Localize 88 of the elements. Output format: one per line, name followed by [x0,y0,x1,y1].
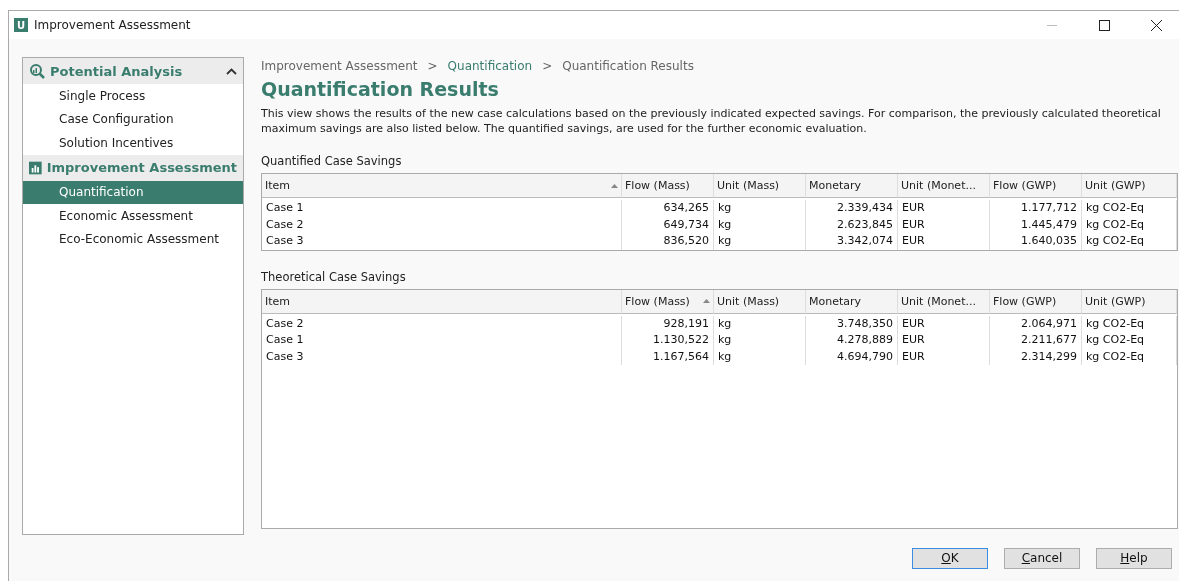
table-cell: kg CO2-Eq [1082,233,1177,250]
table-cell: 3.748,350 [806,315,898,332]
window-title: Improvement Assessment [34,18,192,32]
column-header[interactable]: Monetary [806,174,898,198]
table-cell: EUR [898,315,990,332]
column-header[interactable]: Unit (GWP) [1082,289,1177,314]
table-cell: 4.278,889 [806,332,898,349]
table-cell: kg [714,332,806,349]
dialog-button[interactable]: OK [912,547,988,569]
column-header[interactable]: Item [262,289,622,314]
table-cell: 928,191 [622,315,714,332]
table-cell: Case 1 [262,332,622,349]
bar-chart-icon [29,160,42,175]
column-header[interactable]: Flow (GWP) [990,289,1082,314]
nav-item[interactable]: Economic Assessment [23,204,243,228]
nav-item[interactable]: Quantification [23,180,243,204]
table-cell: kg [714,216,806,233]
table-cell: kg CO2-Eq [1082,348,1177,365]
nav-item[interactable]: Single Process [23,84,243,108]
breadcrumb-separator: > [427,59,438,73]
dialog-button[interactable]: Cancel [1004,547,1080,569]
page-heading: Quantification Results [261,78,500,100]
table-cell: 634,265 [622,200,714,217]
breadcrumb-separator: > [542,59,553,73]
breadcrumb-item: Quantification Results [562,59,694,73]
table-cell: kg CO2-Eq [1082,315,1177,332]
table-cell: Case 3 [262,233,622,250]
nav-group-title: Potential Analysis [50,63,184,79]
column-header[interactable]: Unit (Mass) [714,174,806,198]
table-cell: EUR [898,233,990,250]
sort-ascending-icon [703,299,710,303]
column-header[interactable]: Unit (Mass) [714,289,806,314]
table-cell: 2.623,845 [806,216,898,233]
nav-item[interactable]: Eco-Economic Assessment [23,227,243,251]
table-cell: 836,520 [622,233,714,250]
table-cell: kg [714,200,806,217]
table-cell: Case 3 [262,348,622,365]
table-cell: Case 2 [262,216,622,233]
sort-ascending-icon [611,183,618,188]
table-cell: 649,734 [622,216,714,233]
nav-item[interactable]: Solution Incentives [23,131,243,155]
table-cell: kg CO2-Eq [1082,332,1177,349]
column-header[interactable]: Unit (GWP) [1082,174,1177,198]
table-title: Quantified Case Savings [261,154,403,168]
chevron-up-icon[interactable] [226,67,237,75]
dialog-button[interactable]: Help [1096,547,1172,569]
breadcrumb-link[interactable]: Quantification [447,59,533,73]
table-cell: 2.064,971 [990,315,1082,332]
minimize-icon [1047,24,1057,26]
table-cell: Case 2 [262,315,622,332]
nav-group-header[interactable]: Potential Analysis [23,58,243,84]
table-cell: EUR [898,348,990,365]
table-cell: EUR [898,216,990,233]
table-cell: 2.339,434 [806,200,898,217]
table-cell: kg CO2-Eq [1082,200,1177,217]
column-header[interactable]: Monetary [806,289,898,314]
table-cell: 1.177,712 [990,200,1082,217]
table-cell: 1.445,479 [990,216,1082,233]
table-cell: 1.167,564 [622,348,714,365]
table-cell: EUR [898,332,990,349]
description: This view shows the results of the new case calculations based on the previously indicated expected savings. For comparison, the previously calculated theoretical maximum savings are also listed below. The quantified savings, are used for the further economic evaluation. [261,106,1162,136]
column-header[interactable]: Flow (GWP) [990,174,1082,198]
column-header[interactable]: Flow (Mass) [622,289,714,314]
nav-group-title: Improvement Assessment [46,160,237,175]
nav-group-header[interactable]: Improvement Assessment [23,154,243,181]
table-cell: 2.211,677 [990,332,1082,349]
maximize-icon [1098,19,1110,31]
column-header[interactable]: Flow (Mass) [622,174,714,198]
table-cell: Case 1 [262,200,622,217]
table-cell: 3.342,074 [806,233,898,250]
breadcrumb-item: Improvement Assessment [261,59,418,73]
table-cell: EUR [898,200,990,217]
nav-item[interactable]: Case Configuration [23,107,243,131]
table-cell: kg [714,233,806,250]
app-logo: U [14,18,28,32]
table-cell: kg [714,348,806,365]
close-icon [1150,19,1162,31]
table-cell: 1.130,522 [622,332,714,349]
column-header[interactable]: Unit (Monet... [898,174,990,198]
table-cell: 2.314,299 [990,348,1082,365]
magnifier-chart-icon [29,63,45,79]
column-header[interactable]: Item [262,174,622,198]
table-cell: 1.640,035 [990,233,1082,250]
table-cell: 4.694,790 [806,348,898,365]
table-cell: kg [714,315,806,332]
column-header[interactable]: Unit (Monet... [898,289,990,314]
table-title: Theoretical Case Savings [261,269,407,284]
table-cell: kg CO2-Eq [1082,216,1177,233]
